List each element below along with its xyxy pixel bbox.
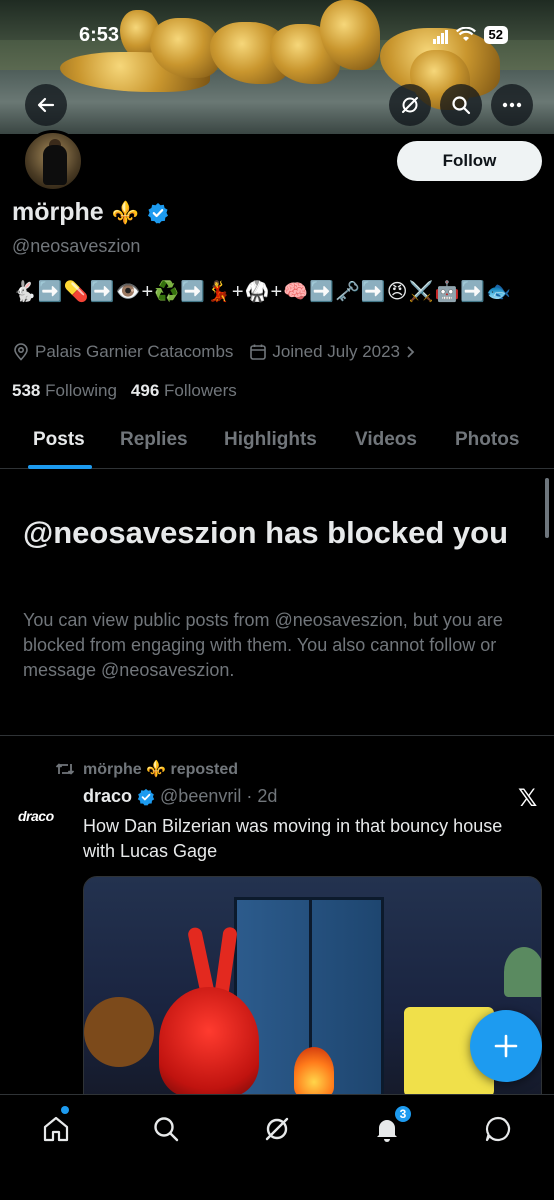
location-icon [14,343,28,361]
tab-posts[interactable]: Posts [33,429,85,451]
tab-photos[interactable]: Photos [455,429,519,451]
post-header: draco @beenvril · 2d [83,786,277,807]
post-author[interactable]: draco [83,786,132,807]
following-count: 538 [12,381,41,400]
wifi-icon [455,27,476,41]
following-link[interactable]: 538 Following [12,381,117,401]
status-indicators: 52 [432,26,508,44]
chevron-right-icon [407,346,415,358]
profile-meta: Palais Garnier Catacombs Joined July 202… [12,342,431,362]
post-media[interactable] [83,876,542,1096]
media-character [504,947,541,997]
follow-counts: 538 Following 496 Followers [12,381,237,401]
nav-messages[interactable] [480,1111,516,1147]
avatar-figure [43,145,67,185]
media-fire [294,1047,334,1095]
profile-handle: @neosaveszion [12,236,141,256]
grok-button[interactable] [389,84,431,126]
fleur-de-lis-emoji: ⚜️ [111,199,140,225]
scrollbar[interactable] [545,478,549,538]
name-row: mörphe ⚜️ [12,198,169,227]
plus-icon [494,1034,518,1058]
location-item: Palais Garnier Catacombs [12,342,233,362]
location-text: Palais Garnier Catacombs [35,342,234,361]
media-character [84,997,154,1067]
calendar-icon [250,344,267,360]
grok-icon [402,97,418,113]
avatar[interactable] [22,130,84,192]
back-button[interactable] [25,84,67,126]
repost-line[interactable]: mörphe ⚜️ reposted [55,759,238,779]
messages-icon [485,1116,511,1142]
tab-replies[interactable]: Replies [120,429,188,451]
more-icon [502,102,522,108]
joined-text: Joined July 2023 [272,342,401,361]
blocked-text: You can view public posts from @neosaves… [23,610,503,680]
bottom-nav: 3 [0,1094,554,1200]
home-icon [43,1116,69,1142]
signal-icon [432,26,448,44]
followers-link[interactable]: 496 Followers [131,381,237,401]
profile-tabs: Posts Replies Highlights Videos Photos [0,414,554,469]
post-handle: @beenvril [160,786,242,806]
media-character [159,987,259,1095]
post-dot: · [246,786,253,806]
tab-videos[interactable]: Videos [355,429,417,451]
following-label: Following [45,381,117,400]
x-logo-icon: 𝕏 [518,785,538,812]
search-icon [154,1117,179,1142]
active-tab-indicator [28,465,92,469]
back-arrow-icon [37,97,55,113]
repost-label: mörphe ⚜️ reposted [83,761,239,778]
status-time: 6:53 [79,24,120,46]
search-icon [452,96,471,115]
battery-indicator: 52 [483,26,508,44]
profile-bio: 🐇➡️💊➡️👁️+♻️➡️💃+🥋+🧠➡️🗝️➡️😠⚔️🤖➡️🐟 [12,281,513,303]
post-time: 2d [257,786,278,806]
grok-icon [265,1117,289,1141]
more-button[interactable] [491,84,533,126]
compose-button[interactable] [470,1010,542,1082]
follow-button[interactable]: Follow [397,141,542,181]
post-avatar[interactable]: draco [18,808,54,824]
search-button[interactable] [440,84,482,126]
followers-count: 496 [130,381,160,400]
repost-icon [55,763,75,775]
blocked-title: @neosaveszion has blocked you [23,515,509,550]
tab-highlights[interactable]: Highlights [224,429,317,451]
followers-label: Followers [164,381,237,400]
divider [0,735,554,736]
home-unread-dot [61,1106,69,1114]
notifications-badge: 3 [393,1104,413,1124]
display-name: mörphe [12,198,104,226]
nav-grok[interactable] [259,1111,295,1147]
nav-home[interactable] [38,1111,74,1147]
verified-icon [137,788,155,806]
post-text: How Dan Bilzerian was moving in that bou… [83,816,503,861]
nav-search[interactable] [148,1111,184,1147]
verified-icon[interactable] [147,202,169,224]
joined-item[interactable]: Joined July 2023 [249,342,415,362]
